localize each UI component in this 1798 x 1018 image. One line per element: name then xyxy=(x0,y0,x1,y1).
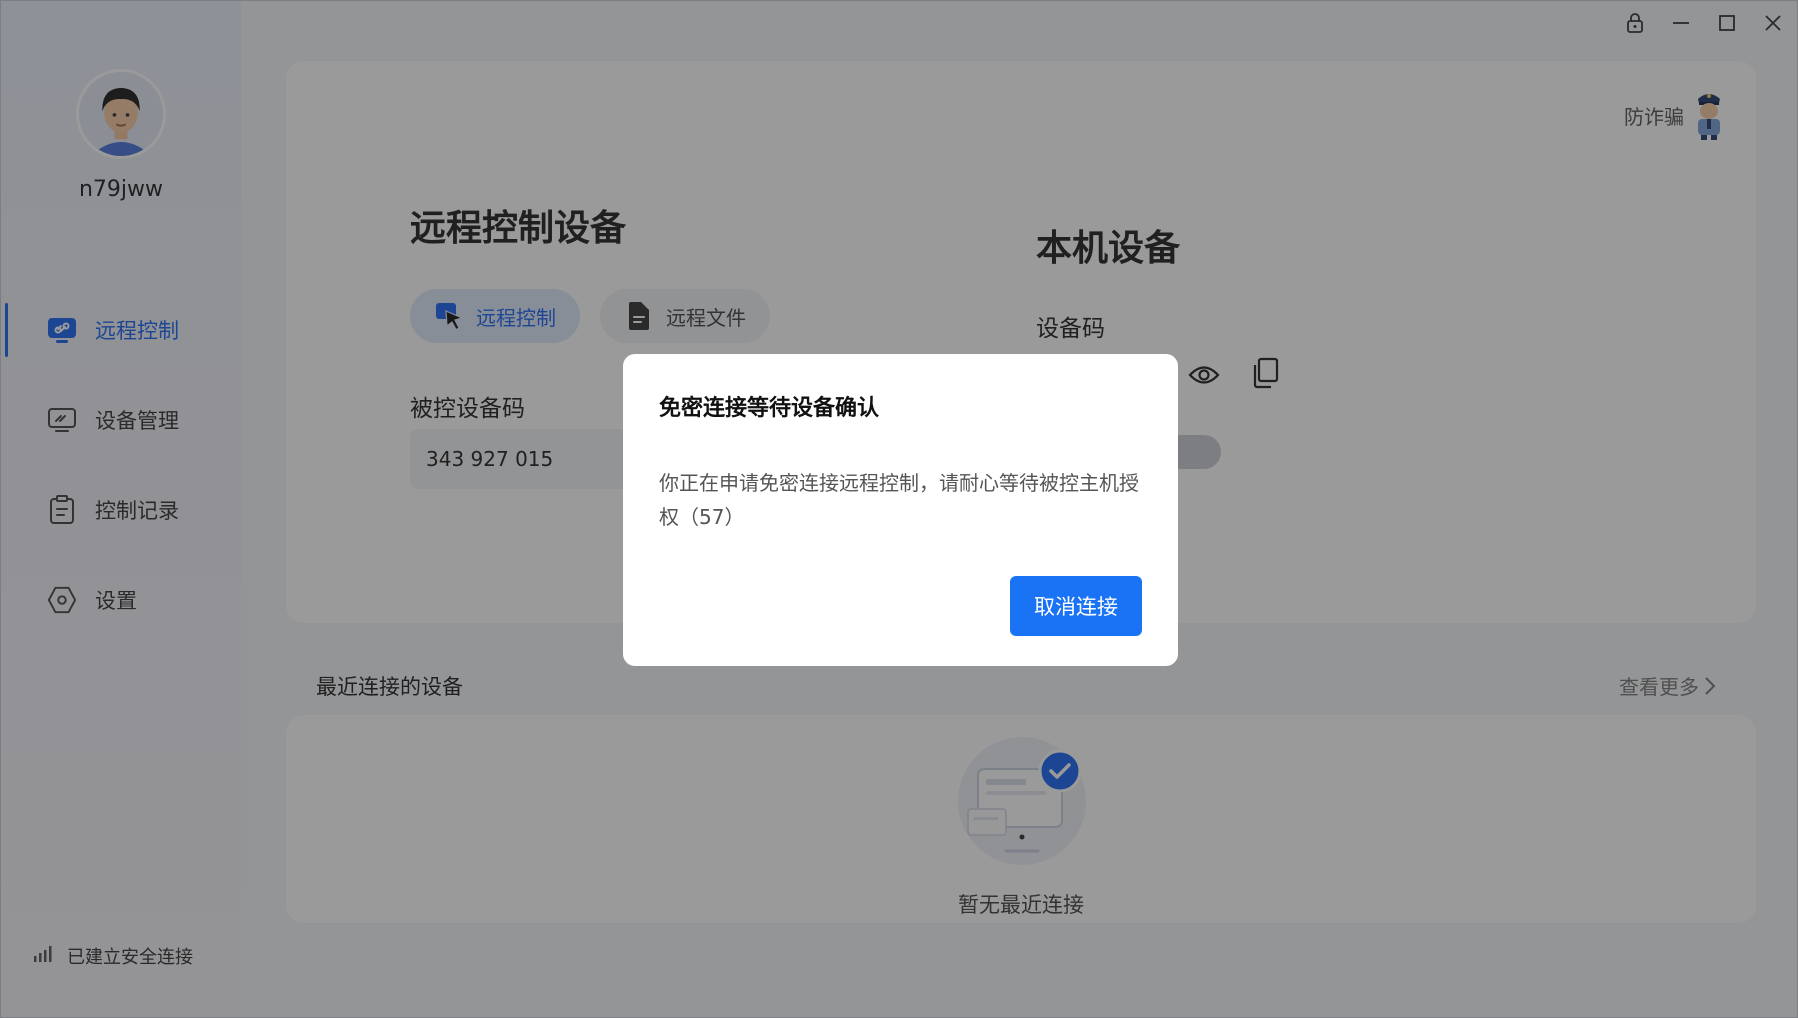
dialog-title: 免密连接等待设备确认 xyxy=(659,396,880,421)
dialog-message: 你正在申请免密连接远程控制，请耐心等待被控主机授权（57） xyxy=(659,471,1139,529)
connection-wait-dialog: 免密连接等待设备确认 你正在申请免密连接远程控制，请耐心等待被控主机授权（57）… xyxy=(623,354,1178,666)
cancel-connection-button[interactable]: 取消连接 xyxy=(1010,576,1142,636)
